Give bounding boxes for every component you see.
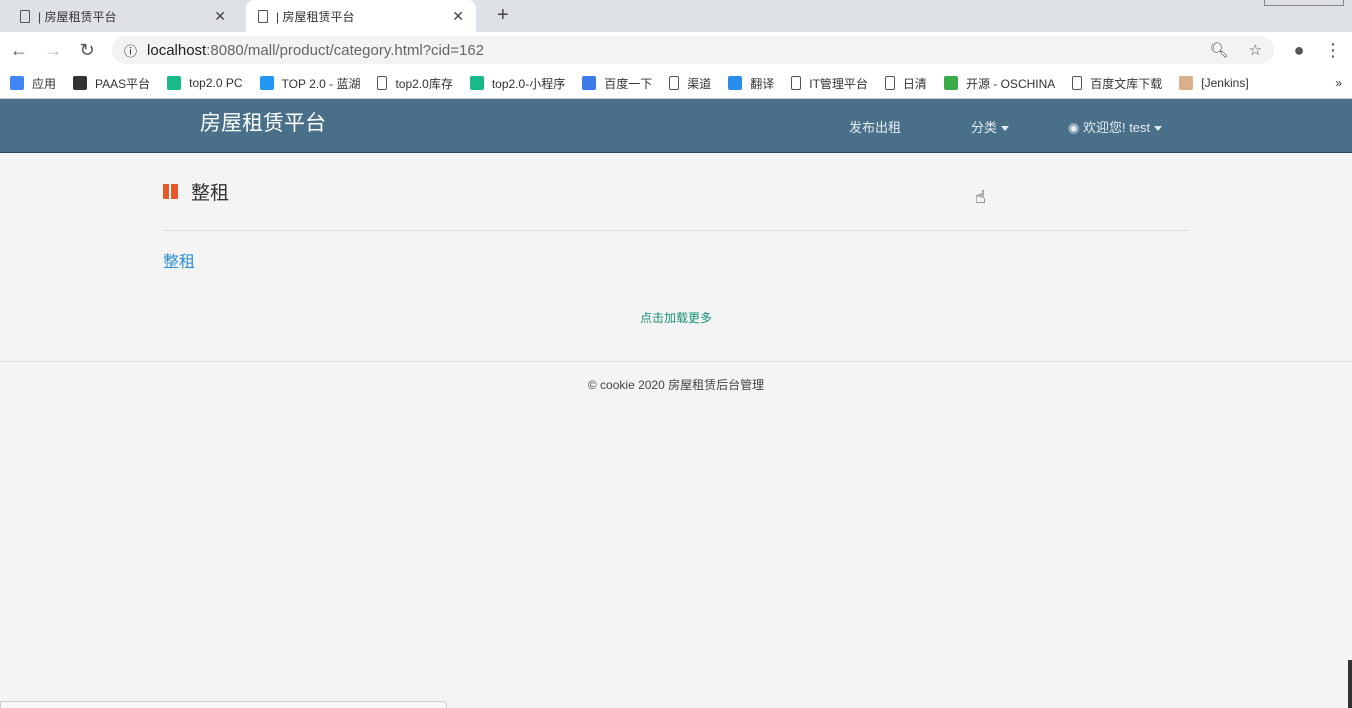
star-icon[interactable]: ☆ bbox=[1249, 41, 1262, 59]
baidu-paw-icon bbox=[582, 76, 597, 90]
close-tab-icon[interactable]: ✕ bbox=[214, 8, 226, 25]
page-title: 整租 bbox=[191, 183, 230, 204]
close-tab-icon[interactable]: ✕ bbox=[452, 8, 464, 25]
bookmark-item[interactable]: 日清 bbox=[884, 75, 927, 92]
bookmark-item[interactable]: IT管理平台 bbox=[791, 75, 868, 92]
footer: © cookie 2020 房屋租赁后台管理 bbox=[0, 361, 1352, 393]
page-icon bbox=[20, 9, 30, 23]
brand-logo[interactable]: 房屋租赁平台 bbox=[200, 107, 326, 137]
tab-title: | 房屋租赁平台 bbox=[38, 9, 117, 24]
bookmark-label: top2.0 PC bbox=[189, 76, 243, 90]
zoom-icon[interactable]: 🔍︎ bbox=[1210, 41, 1229, 59]
tab-strip: | 房屋租赁平台 ✕ | 房屋租赁平台 ✕ + bbox=[0, 0, 1352, 32]
bookmarks-bar: 应用 PAAS平台 top2.0 PC TOP 2.0 - 蓝湖 top2.0库存 top… bbox=[0, 68, 1352, 99]
category-panel: 整租 整租 bbox=[163, 178, 1189, 272]
bookmark-item[interactable]: top2.0 PC bbox=[167, 76, 243, 90]
address-bar-row: ← → ↻ ⓘ localhost:8080/mall/product/cate… bbox=[0, 32, 1352, 68]
footer-text: © cookie 2020 房屋租赁后台管理 bbox=[587, 378, 765, 392]
bookmark-item[interactable]: TOP 2.0 - 蓝湖 bbox=[259, 75, 361, 92]
caret-down-icon bbox=[1001, 126, 1010, 132]
bookmark-item[interactable]: 翻译 bbox=[728, 75, 774, 92]
bookmark-item[interactable]: 百度一下 bbox=[582, 75, 652, 92]
url-path: :8080/mall/product/category.html?cid=162 bbox=[206, 41, 485, 59]
reload-icon[interactable]: ↻ bbox=[78, 40, 96, 61]
menu-icon[interactable]: ⋮ bbox=[1324, 40, 1342, 61]
user-label: 欢迎您! test bbox=[1082, 120, 1151, 135]
bookmark-label: PAAS平台 bbox=[95, 76, 151, 91]
bookmark-item[interactable]: PAAS平台 bbox=[73, 75, 150, 92]
bookmark-item[interactable]: 开源 - OSCHINA bbox=[943, 75, 1056, 92]
back-icon[interactable]: ← bbox=[10, 40, 28, 61]
page-icon bbox=[258, 9, 268, 23]
bookmark-item[interactable]: top2.0-小程序 bbox=[469, 75, 566, 92]
bookmark-label: 应用 bbox=[32, 76, 57, 91]
jenkins-icon bbox=[1179, 76, 1194, 90]
info-icon[interactable]: ⓘ bbox=[124, 41, 137, 60]
forward-icon[interactable]: → bbox=[44, 40, 62, 61]
category-label: 分类 bbox=[971, 120, 998, 135]
url-host: localhost bbox=[147, 41, 207, 59]
apps-grid-icon bbox=[10, 76, 24, 90]
bookmark-item[interactable]: top2.0库存 bbox=[377, 75, 453, 92]
page-icon bbox=[884, 76, 895, 90]
page-icon bbox=[377, 76, 388, 90]
bookmark-label: 百度一下 bbox=[604, 76, 653, 91]
bookmark-label: 日清 bbox=[902, 76, 927, 91]
scrollbar[interactable] bbox=[1348, 660, 1352, 708]
page-icon bbox=[791, 76, 802, 90]
translate-icon bbox=[728, 76, 743, 90]
window-controls[interactable] bbox=[1264, 0, 1344, 6]
user-dropdown[interactable]: ◉ 欢迎您! test bbox=[1068, 117, 1163, 136]
bookmark-item[interactable]: 百度文库下载 bbox=[1072, 75, 1162, 92]
bookmark-label: [Jenkins] bbox=[1201, 76, 1249, 90]
new-tab-button[interactable]: + bbox=[497, 4, 509, 27]
oschina-icon bbox=[943, 76, 958, 90]
hand-cursor-icon: ☝ bbox=[975, 187, 986, 207]
bookmark-label: 百度文库下载 bbox=[1090, 76, 1163, 91]
play-icon bbox=[167, 76, 182, 90]
tab-2[interactable]: | 房屋租赁平台 ✕ bbox=[246, 0, 476, 32]
publish-link[interactable]: 发布出租 bbox=[849, 117, 901, 136]
page-icon bbox=[669, 76, 680, 90]
user-icon: ◉ bbox=[1068, 120, 1083, 135]
play-icon bbox=[469, 76, 484, 90]
tab-1[interactable]: | 房屋租赁平台 ✕ bbox=[8, 0, 238, 32]
bookmark-item[interactable]: 应用 bbox=[10, 75, 56, 92]
bookmark-item[interactable]: 渠道 bbox=[669, 75, 711, 92]
profile-icon[interactable]: ● bbox=[1290, 40, 1308, 61]
bookmark-label: 渠道 bbox=[687, 76, 712, 91]
tab-title: | 房屋租赁平台 bbox=[276, 9, 355, 24]
category-dropdown[interactable]: 分类 bbox=[971, 117, 1010, 136]
load-more-button[interactable]: 点击加载更多 bbox=[640, 311, 712, 325]
url-input[interactable]: ⓘ localhost:8080/mall/product/category.h… bbox=[112, 36, 1274, 64]
divider bbox=[163, 230, 1189, 231]
gift-icon bbox=[163, 184, 178, 199]
lanhu-icon bbox=[259, 76, 274, 90]
navbar: 房屋租赁平台 发布出租 分类 ◉ 欢迎您! test bbox=[0, 99, 1352, 153]
status-bar bbox=[0, 701, 447, 708]
bookmark-label: top2.0-小程序 bbox=[491, 76, 566, 91]
category-link[interactable]: 整租 bbox=[163, 248, 195, 272]
panda-icon bbox=[73, 76, 88, 90]
bookmark-item[interactable]: [Jenkins] bbox=[1179, 76, 1249, 90]
bookmark-label: 翻译 bbox=[750, 76, 775, 91]
bookmark-label: 开源 - OSCHINA bbox=[965, 76, 1056, 91]
bookmark-label: TOP 2.0 - 蓝湖 bbox=[281, 76, 361, 91]
more-bookmarks-button[interactable]: » bbox=[1335, 76, 1342, 90]
caret-down-icon bbox=[1154, 126, 1163, 132]
bookmark-label: top2.0库存 bbox=[395, 76, 453, 91]
bookmark-label: IT管理平台 bbox=[809, 76, 868, 91]
page-icon bbox=[1072, 76, 1083, 90]
